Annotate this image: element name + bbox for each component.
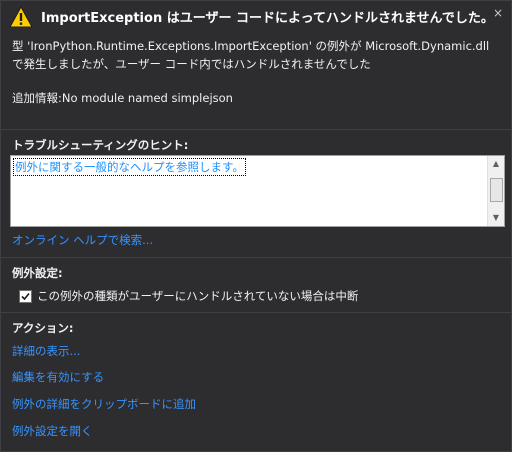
message-line-2: で発生しましたが、ユーザー コード内ではハンドルされませんでした	[12, 57, 371, 71]
dialog-title: ImportException はユーザー コードによってハンドルされませんでし…	[41, 11, 494, 26]
tips-listbox[interactable]: 例外に関する一般的なヘルプを参照します。 ▲ ▼	[10, 155, 505, 227]
message-line-1: 型 'IronPython.Runtime.Exceptions.ImportE…	[12, 39, 490, 53]
break-on-unhandled-checkbox[interactable]	[19, 290, 32, 303]
scroll-thumb[interactable]	[490, 178, 503, 202]
scroll-up-icon[interactable]: ▲	[488, 156, 504, 172]
scroll-down-icon[interactable]: ▼	[488, 210, 504, 226]
tips-scrollbar[interactable]: ▲ ▼	[487, 156, 504, 226]
enable-editing-link[interactable]: 編集を有効にする	[12, 369, 104, 385]
exception-settings-title: 例外設定:	[12, 266, 63, 280]
tip-link-general-help[interactable]: 例外に関する一般的なヘルプを参照します。	[13, 158, 246, 176]
dialog-header: ImportException はユーザー コードによってハンドルされませんでし…	[1, 1, 511, 31]
exception-dialog: ImportException はユーザー コードによってハンドルされませんでし…	[0, 0, 512, 452]
divider	[1, 312, 511, 313]
view-detail-link[interactable]: 詳細の表示...	[12, 343, 80, 359]
divider	[1, 257, 511, 258]
actions-title: アクション:	[12, 321, 74, 335]
divider	[1, 129, 511, 130]
checkbox-label: この例外の種類がユーザーにハンドルされていない場合は中断	[37, 289, 359, 303]
copy-details-link[interactable]: 例外の詳細をクリップボードに追加	[12, 396, 196, 412]
close-icon[interactable]: ×	[491, 6, 505, 20]
warning-icon	[9, 5, 33, 28]
check-icon	[21, 292, 30, 301]
additional-info: 追加情報:No module named simplejson	[12, 91, 233, 105]
online-help-link[interactable]: オンライン ヘルプで検索...	[12, 232, 153, 248]
exception-message: 型 'IronPython.Runtime.Exceptions.ImportE…	[12, 37, 504, 73]
troubleshooting-title: トラブルシューティングのヒント:	[12, 138, 189, 152]
open-exception-settings-link[interactable]: 例外設定を開く	[12, 423, 93, 439]
